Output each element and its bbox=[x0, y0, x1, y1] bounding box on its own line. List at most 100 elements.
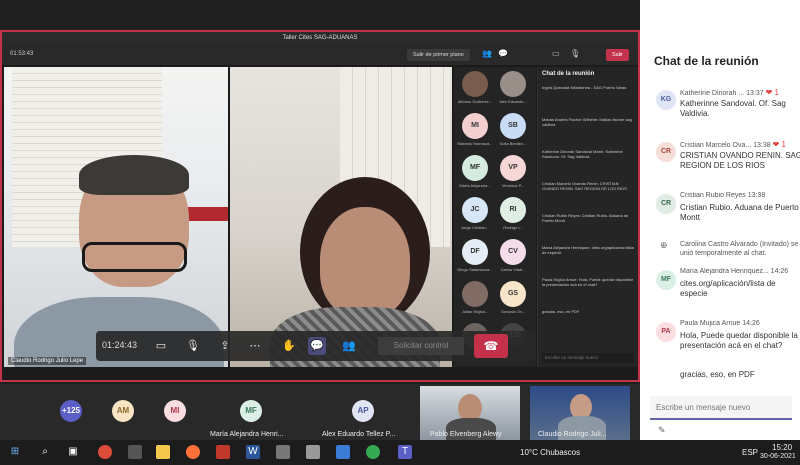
gallery-avatar[interactable]: DF bbox=[462, 239, 488, 265]
chat-icon[interactable]: 💬 bbox=[308, 337, 326, 355]
message-header: María Alejandra Henriquez... 14:26 bbox=[680, 268, 800, 275]
gallery-avatar[interactable] bbox=[462, 71, 488, 97]
message-author: Paula Mujica Arnue bbox=[680, 320, 743, 327]
request-control-button[interactable]: Solicitar control bbox=[378, 337, 464, 355]
inner-chat-message: Matías Andrés Fischer Wilhelm: Matías fi… bbox=[542, 117, 632, 127]
shared-timer: 01:53:43 bbox=[10, 51, 34, 57]
avatar[interactable]: PA bbox=[656, 322, 676, 342]
explorer-icon[interactable] bbox=[156, 445, 170, 459]
firefox-icon[interactable] bbox=[186, 445, 200, 459]
heart-reaction-icon[interactable]: ❤ 1 bbox=[766, 88, 779, 97]
task-view-icon[interactable]: ▣ bbox=[66, 445, 80, 459]
chat-message: KG Katherine Dinorah ... 13:37 ❤ 1 Katheri… bbox=[650, 88, 800, 136]
chrome-icon[interactable] bbox=[98, 445, 112, 459]
inner-chat-message: Cristian Marcelo Ovando Renin: CRISTIAN … bbox=[542, 181, 627, 191]
search-icon[interactable]: ⌕ bbox=[38, 445, 52, 459]
mic-off-icon[interactable]: 🎙 bbox=[184, 337, 202, 355]
app-icon[interactable] bbox=[336, 445, 350, 459]
gallery-name: Rodrigo I... bbox=[503, 225, 523, 230]
app-icon[interactable] bbox=[306, 445, 320, 459]
language-indicator[interactable]: ESP bbox=[742, 448, 758, 457]
video-name-tag: Claudio Rodrigo Julio Lepe bbox=[8, 357, 87, 365]
chat-icon[interactable]: 💬 bbox=[498, 49, 508, 58]
gallery-avatar[interactable]: MI bbox=[462, 113, 488, 139]
message-time: 13:37 bbox=[746, 90, 766, 97]
gallery-avatar[interactable]: MF bbox=[462, 155, 488, 181]
participants-icon[interactable]: 👥 bbox=[340, 337, 358, 355]
gallery-name: Sofia Benitez... bbox=[499, 141, 527, 146]
leave-button[interactable]: Salir bbox=[606, 49, 630, 61]
avatar[interactable]: MF bbox=[656, 270, 676, 290]
gallery-avatar[interactable]: GS bbox=[500, 281, 526, 307]
call-duration: 01:24:43 bbox=[102, 340, 138, 350]
people-icon[interactable]: 👥 bbox=[482, 49, 492, 58]
chat-message: MF María Alejandra Henriquez... 14:26 cit… bbox=[650, 268, 800, 316]
gallery-name: Jorge Cristian... bbox=[460, 225, 489, 230]
message-time: 13:38 bbox=[747, 192, 766, 199]
camera-icon[interactable]: ▭ bbox=[552, 49, 560, 58]
avatar[interactable]: CR bbox=[656, 142, 676, 162]
overflow-count[interactable]: +125 bbox=[60, 400, 82, 422]
gallery-avatar[interactable]: RI bbox=[500, 197, 526, 223]
participant-avatar[interactable]: MI bbox=[164, 400, 186, 422]
format-icon[interactable]: ✎ bbox=[658, 425, 666, 436]
calculator-icon[interactable] bbox=[128, 445, 142, 459]
heart-reaction-icon[interactable]: ❤ 1 bbox=[773, 140, 786, 149]
inner-chat-message: Ingrid Quezada Milantonea - SAG Puerto V… bbox=[542, 85, 627, 90]
inner-chat-message: Katherine Dinorah Sandoval Marín: Kather… bbox=[542, 149, 623, 159]
avatar[interactable]: CR bbox=[656, 194, 676, 214]
message-header: Cristian Rubio Reyes 13:38 bbox=[680, 192, 800, 199]
meeting-stage: Taller Cites SAG-ADUANAS 01:53:43 Salir … bbox=[0, 0, 640, 440]
person-head bbox=[320, 207, 410, 317]
participant-avatar[interactable]: AM bbox=[112, 400, 134, 422]
message-author: Cristian Marcelo Ova... bbox=[680, 142, 754, 149]
message-header: Paula Mujica Arnue 14:26 bbox=[680, 320, 800, 327]
windows-start-icon[interactable]: ⊞ bbox=[8, 445, 22, 459]
clock-date[interactable]: 30-06-2021 bbox=[760, 453, 796, 460]
share-icon[interactable]: ⇪ bbox=[216, 337, 234, 355]
participant-name: Pablo Elvenberg Alewy bbox=[430, 431, 502, 438]
gallery-name: Julian Mujica... bbox=[461, 309, 489, 314]
meeting-controls: 01:24:43 ▭ 🎙 ⇪ ⋯ ✋ 💬 👥 Solicitar control… bbox=[96, 331, 536, 361]
message-author: Cristian Rubio Reyes bbox=[680, 192, 748, 199]
participant-name: Alex Eduardo Tellez P... bbox=[322, 431, 396, 438]
weather-text[interactable]: 10°C Chubascos bbox=[520, 448, 580, 457]
mic-icon[interactable]: 🎙 bbox=[570, 49, 580, 58]
glasses bbox=[82, 242, 187, 272]
word-icon[interactable]: W bbox=[246, 445, 260, 459]
gallery-avatar[interactable] bbox=[500, 71, 526, 97]
message-time: 14:26 bbox=[742, 320, 760, 327]
chrome-icon[interactable] bbox=[366, 445, 380, 459]
camera-off-icon[interactable]: ▭ bbox=[152, 337, 170, 355]
gallery-avatar[interactable]: JC bbox=[462, 197, 488, 223]
more-icon[interactable]: ⋯ bbox=[246, 337, 264, 355]
participant-avatar[interactable]: MF bbox=[240, 400, 262, 422]
gallery-avatar[interactable]: SB bbox=[500, 113, 526, 139]
gallery-avatar[interactable]: CV bbox=[500, 239, 526, 265]
gallery-avatar[interactable] bbox=[462, 281, 488, 307]
teams-icon[interactable]: T bbox=[398, 445, 412, 459]
inner-chat-input[interactable]: Escribe un mensaje nuevo bbox=[542, 353, 634, 363]
shared-window-title: Taller Cites SAG-ADUANAS bbox=[2, 32, 638, 45]
message-body: cites.org/aplicación/lista de especie bbox=[680, 279, 776, 298]
raise-hand-icon[interactable]: ✋ bbox=[280, 337, 298, 355]
person-hair bbox=[79, 155, 189, 195]
app-icon[interactable] bbox=[216, 445, 230, 459]
chat-message: PA Paula Mujica Arnue 14:26 Hola, Puede q… bbox=[650, 320, 800, 368]
gallery-name: Veronica P... bbox=[501, 183, 525, 188]
gallery-avatar[interactable]: VP bbox=[500, 155, 526, 181]
exit-fullscreen-button[interactable]: Salir de primer plano bbox=[407, 49, 470, 61]
inner-chat-message: Paula Mujica Arnue: Hola, Puede quedar d… bbox=[542, 277, 634, 287]
chat-input[interactable]: Escribe un mensaje nuevo bbox=[650, 396, 792, 420]
app-icon[interactable] bbox=[276, 445, 290, 459]
gallery-name: María Alejandra... bbox=[459, 183, 491, 188]
hang-up-button[interactable]: ☎ bbox=[474, 334, 508, 358]
system-message-text: Carolina Castro Alvarado (Invitado) se u… bbox=[680, 241, 799, 257]
participant-avatar[interactable]: AP bbox=[352, 400, 374, 422]
message-body: Katherinne Sandoval. Of. Sag Valdivia. bbox=[680, 99, 786, 118]
message-author: María Alejandra Henriquez... bbox=[680, 268, 771, 275]
avatar[interactable]: KG bbox=[656, 90, 676, 110]
message-author: Katherine Dinorah ... bbox=[680, 90, 747, 97]
clock-time[interactable]: 15:20 bbox=[772, 443, 792, 452]
windows-taskbar: ⊞ ⌕ ▣ W T 10°C Chubascos ESP 15:20 30-06… bbox=[0, 440, 800, 465]
